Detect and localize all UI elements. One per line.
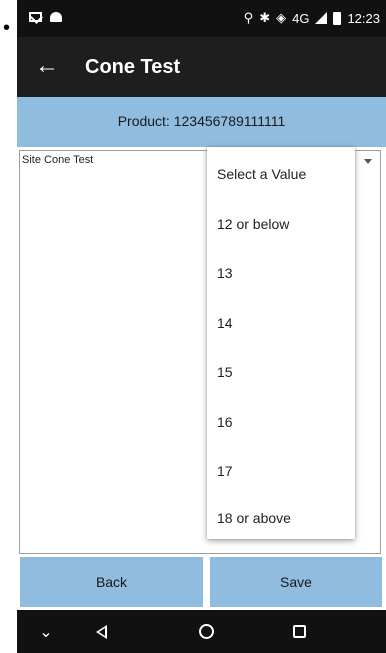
- dropdown-option-12-or-below[interactable]: 12 or below: [217, 215, 289, 233]
- status-right-icons: ⚲ ✱ ◈ 4G 12:23: [244, 10, 380, 26]
- nav-recents-button[interactable]: [275, 610, 323, 653]
- phone-screen: ⚲ ✱ ◈ 4G 12:23 ← Cone Test Product: 1234…: [17, 0, 386, 653]
- product-banner: Product: 123456789111111: [17, 97, 386, 147]
- mail-icon: [29, 12, 42, 22]
- dropdown-option-13[interactable]: 13: [217, 264, 233, 282]
- dropdown-option-18-or-above[interactable]: 18 or above: [217, 509, 291, 527]
- back-button[interactable]: Back: [20, 557, 203, 607]
- chevron-down-icon[interactable]: ⌄: [29, 610, 63, 653]
- home-circle-icon: [198, 624, 214, 639]
- spinner-dropdown-arrow-icon[interactable]: [364, 159, 372, 164]
- status-left-icons: [29, 12, 62, 22]
- dropdown-option-14[interactable]: 14: [217, 314, 233, 332]
- android-icon: [50, 12, 62, 22]
- app-bar: ← Cone Test: [17, 37, 386, 97]
- dropdown-option-17[interactable]: 17: [217, 462, 233, 480]
- wifi-icon: ◈: [276, 10, 287, 25]
- bluetooth-icon: ✱: [259, 10, 271, 25]
- system-nav-bar: ⌄: [17, 610, 386, 653]
- back-arrow-icon[interactable]: ←: [35, 51, 59, 81]
- site-cone-test-spinner[interactable]: Site Cone Test: [22, 154, 93, 166]
- recents-square-icon: [292, 625, 306, 638]
- signal-icon: [315, 12, 328, 24]
- value-dropdown-menu: Select a Value 12 or below 13 14 15 16 1…: [207, 147, 355, 539]
- nav-home-button[interactable]: [182, 610, 230, 653]
- location-icon: ⚲: [243, 10, 254, 25]
- battery-icon: [333, 11, 342, 25]
- list-bullet: •: [3, 17, 11, 39]
- nav-back-button[interactable]: [77, 610, 125, 653]
- network-type: 4G: [292, 10, 310, 26]
- dropdown-option-16[interactable]: 16: [217, 413, 233, 431]
- dropdown-option-select-a-value[interactable]: Select a Value: [217, 165, 306, 183]
- status-bar: ⚲ ✱ ◈ 4G 12:23: [17, 0, 386, 37]
- save-button[interactable]: Save: [210, 557, 382, 607]
- dropdown-option-15[interactable]: 15: [217, 363, 233, 381]
- product-text: Product: 123456789111111: [117, 113, 286, 129]
- page-title: Cone Test: [85, 56, 181, 78]
- back-triangle-icon: [95, 624, 107, 639]
- clock: 12:23: [347, 10, 380, 26]
